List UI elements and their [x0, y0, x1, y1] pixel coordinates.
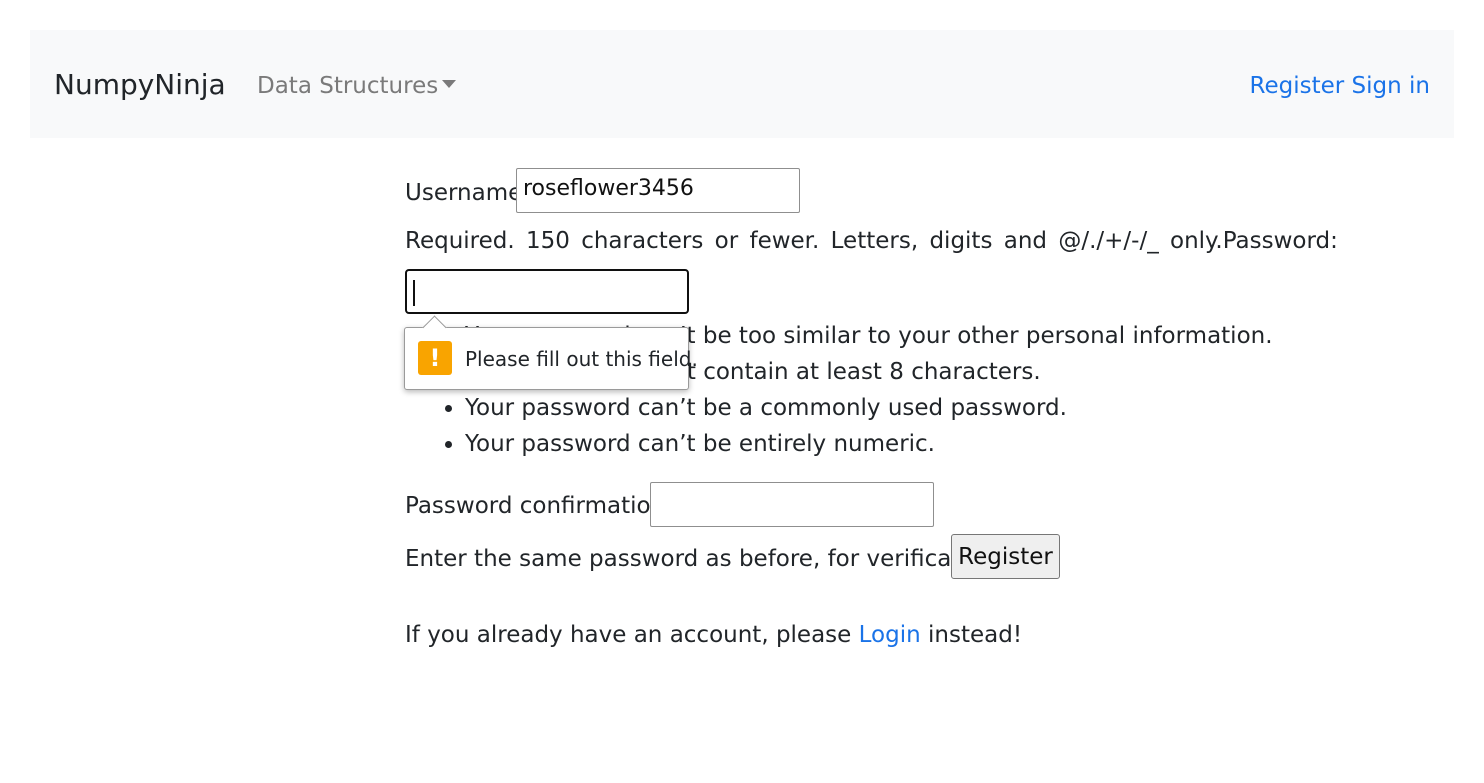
signin-link[interactable]: Sign in [1352, 73, 1430, 99]
password-rule: Your password can’t be entirely numeric. [465, 426, 1273, 462]
text-cursor [413, 280, 415, 306]
navbar: NumpyNinja Data Structures Register Sign… [30, 30, 1454, 138]
warning-icon: ! [418, 341, 452, 375]
username-input[interactable]: roseflower3456 [516, 168, 800, 213]
caret-down-icon [442, 79, 457, 88]
username-value: roseflower3456 [523, 176, 694, 201]
dropdown-label: Data Structures [257, 73, 439, 99]
nav-links: Register Sign in [1250, 72, 1430, 100]
password-confirmation-label: Password confirmation: [405, 493, 673, 519]
username-help-text: Required. 150 characters or fewer. Lette… [405, 228, 1223, 254]
login-prompt-prefix: If you already have an account, please [405, 622, 852, 648]
username-help-row: Required. 150 characters or fewer. Lette… [405, 227, 1338, 255]
login-prompt: If you already have an account, please L… [405, 621, 1022, 649]
validation-tooltip: ! Please fill out this field. [404, 315, 698, 390]
brand-link[interactable]: NumpyNinja [54, 68, 226, 102]
data-structures-dropdown[interactable]: Data Structures [257, 72, 457, 100]
register-link[interactable]: Register [1250, 73, 1345, 99]
login-link[interactable]: Login [859, 622, 921, 648]
register-button[interactable]: Register [951, 534, 1060, 579]
password-rule: Your password can’t be a commonly used p… [465, 390, 1273, 426]
tooltip-message: Please fill out this field. [465, 347, 698, 371]
username-label: Username: [405, 180, 530, 206]
password-confirmation-input[interactable] [650, 482, 934, 527]
login-prompt-suffix: instead! [928, 622, 1023, 648]
password-label: Password: [1222, 228, 1338, 254]
password-confirmation-help: Enter the same password as before, for v… [405, 546, 1003, 572]
password-input[interactable] [405, 269, 689, 314]
